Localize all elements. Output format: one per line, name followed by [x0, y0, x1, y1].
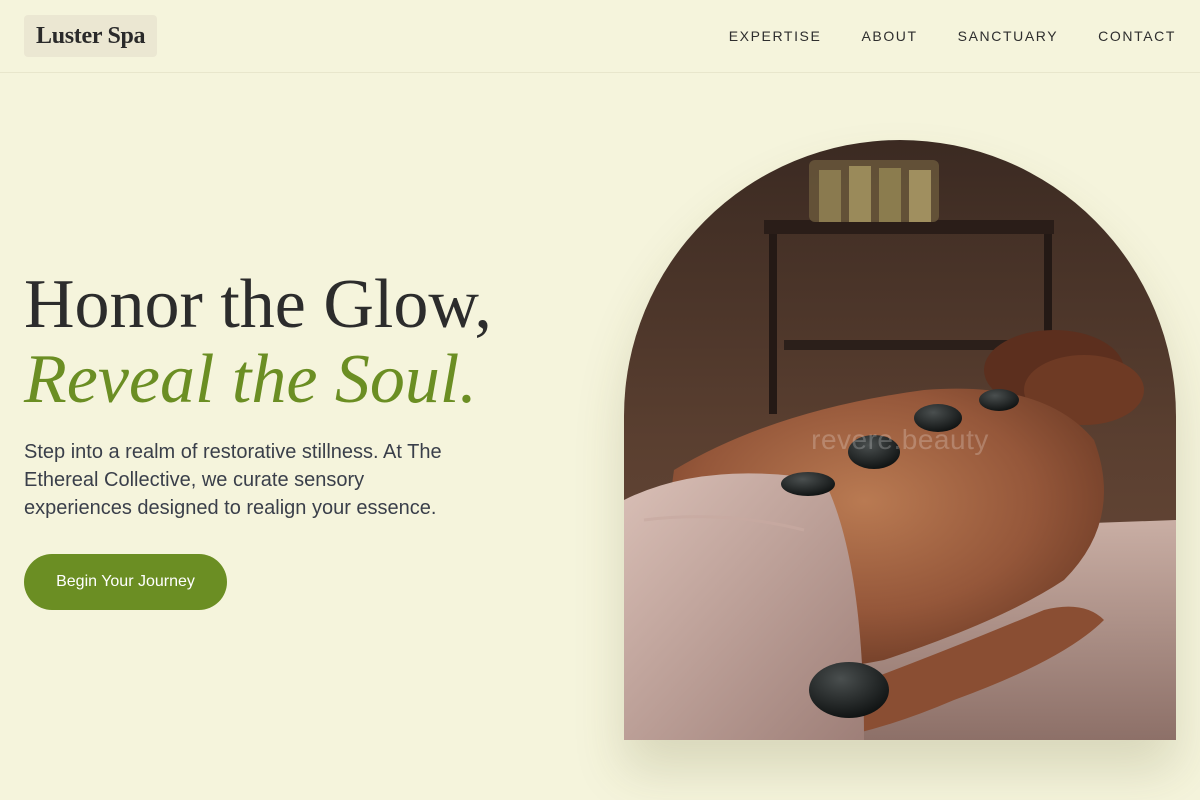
nav-item-expertise[interactable]: EXPERTISE — [729, 27, 822, 45]
nav-item-contact[interactable]: CONTACT — [1098, 27, 1176, 45]
nav-item-sanctuary[interactable]: SANCTUARY — [958, 27, 1059, 45]
hero-title-line1: Honor the Glow, — [24, 266, 492, 343]
hero-title: Honor the Glow, Reveal the Soul. — [24, 266, 584, 416]
main-nav: EXPERTISE ABOUT SANCTUARY CONTACT — [729, 27, 1176, 45]
brand-logo[interactable]: Luster Spa — [24, 15, 158, 57]
site-header: Luster Spa EXPERTISE ABOUT SANCTUARY CON… — [0, 0, 1200, 73]
nav-item-about[interactable]: ABOUT — [861, 27, 917, 45]
begin-journey-button[interactable]: Begin Your Journey — [24, 554, 227, 610]
image-watermark: revere.beauty — [811, 424, 989, 455]
hero-title-line2: Reveal the Soul. — [24, 341, 477, 418]
hero-description: Step into a realm of restorative stillne… — [24, 441, 442, 519]
hero-image: revere.beauty — [624, 140, 1176, 740]
